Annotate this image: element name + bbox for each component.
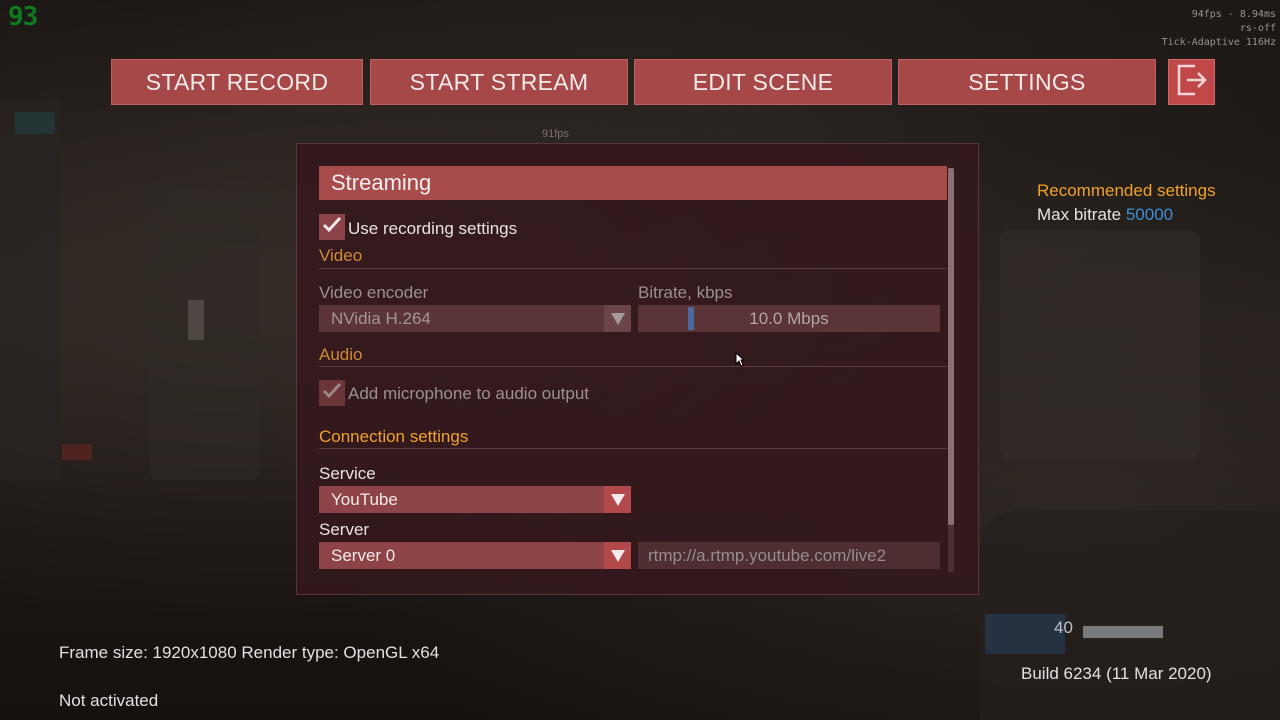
divider: [319, 366, 947, 367]
max-bitrate-label: Max bitrate: [1037, 205, 1122, 224]
debug-line: Tick-Adaptive 116Hz: [1161, 37, 1276, 48]
exit-button[interactable]: [1168, 59, 1215, 105]
settings-label: SETTINGS: [968, 68, 1086, 95]
start-record-button[interactable]: START RECORD: [111, 59, 363, 105]
add-microphone-label: Add microphone to audio output: [348, 384, 590, 403]
audio-section-title: Audio: [319, 345, 363, 364]
edit-scene-label: EDIT SCENE: [692, 68, 834, 95]
start-record-label: START RECORD: [145, 68, 329, 95]
streaming-settings-panel: Streaming Use recording settings Video V…: [296, 143, 979, 595]
slider-handle[interactable]: [688, 307, 694, 330]
debug-overlay: 94fps - 8.94ms rs-off Tick-Adaptive 116H…: [1162, 8, 1276, 50]
service-select[interactable]: YouTube: [319, 486, 631, 513]
use-recording-settings-checkbox[interactable]: [319, 214, 345, 240]
fps-label: 91fps: [542, 128, 569, 140]
weapon-icon: [1083, 626, 1163, 638]
server-value: Server 0: [331, 546, 396, 565]
settings-button[interactable]: SETTINGS: [898, 59, 1156, 105]
connection-section-title: Connection settings: [319, 427, 469, 446]
bitrate-slider[interactable]: 10.0 Mbps: [638, 305, 940, 332]
exit-icon: [1175, 62, 1209, 103]
debug-line: rs-off: [1239, 23, 1276, 34]
debug-line: 94fps - 8.94ms: [1191, 9, 1276, 20]
scrollbar-thumb[interactable]: [948, 168, 954, 525]
video-encoder-label: Video encoder: [319, 283, 429, 302]
start-stream-button[interactable]: START STREAM: [370, 59, 628, 105]
bitrate-value: 10.0 Mbps: [749, 309, 829, 328]
video-encoder-select[interactable]: NVidia H.264: [319, 305, 631, 332]
fps-counter: 93: [8, 2, 38, 32]
chevron-down-icon: [604, 486, 631, 513]
add-microphone-checkbox[interactable]: [319, 380, 345, 406]
mouse-cursor-icon: [735, 351, 746, 372]
max-bitrate-line: Max bitrate 50000: [1037, 205, 1173, 225]
activation-status: Not activated: [59, 691, 159, 710]
panel-title: Streaming: [319, 166, 947, 200]
edit-scene-button[interactable]: EDIT SCENE: [634, 59, 892, 105]
chevron-down-icon: [604, 542, 631, 569]
frame-info: Frame size: 1920x1080 Render type: OpenG…: [59, 643, 440, 662]
divider: [319, 448, 947, 449]
server-select[interactable]: Server 0: [319, 542, 631, 569]
ammo-count: 40: [1054, 618, 1073, 637]
chevron-down-icon: [604, 305, 631, 332]
service-value: YouTube: [331, 490, 398, 509]
start-stream-label: START STREAM: [409, 68, 589, 95]
checkmark-icon: [322, 216, 342, 239]
service-label: Service: [319, 464, 376, 483]
max-bitrate-value: 50000: [1125, 205, 1174, 224]
server-url-field[interactable]: rtmp://a.rtmp.youtube.com/live2: [638, 542, 940, 569]
checkmark-icon: [322, 382, 342, 405]
use-recording-settings-label: Use recording settings: [348, 219, 518, 238]
divider: [319, 268, 947, 269]
video-encoder-value: NVidia H.264: [331, 309, 431, 328]
video-section-title: Video: [319, 246, 363, 265]
build-info: Build 6234 (11 Mar 2020): [1021, 664, 1212, 683]
bitrate-label: Bitrate, kbps: [638, 283, 733, 302]
server-label: Server: [319, 520, 370, 539]
recommended-settings-title: Recommended settings: [1037, 181, 1216, 200]
